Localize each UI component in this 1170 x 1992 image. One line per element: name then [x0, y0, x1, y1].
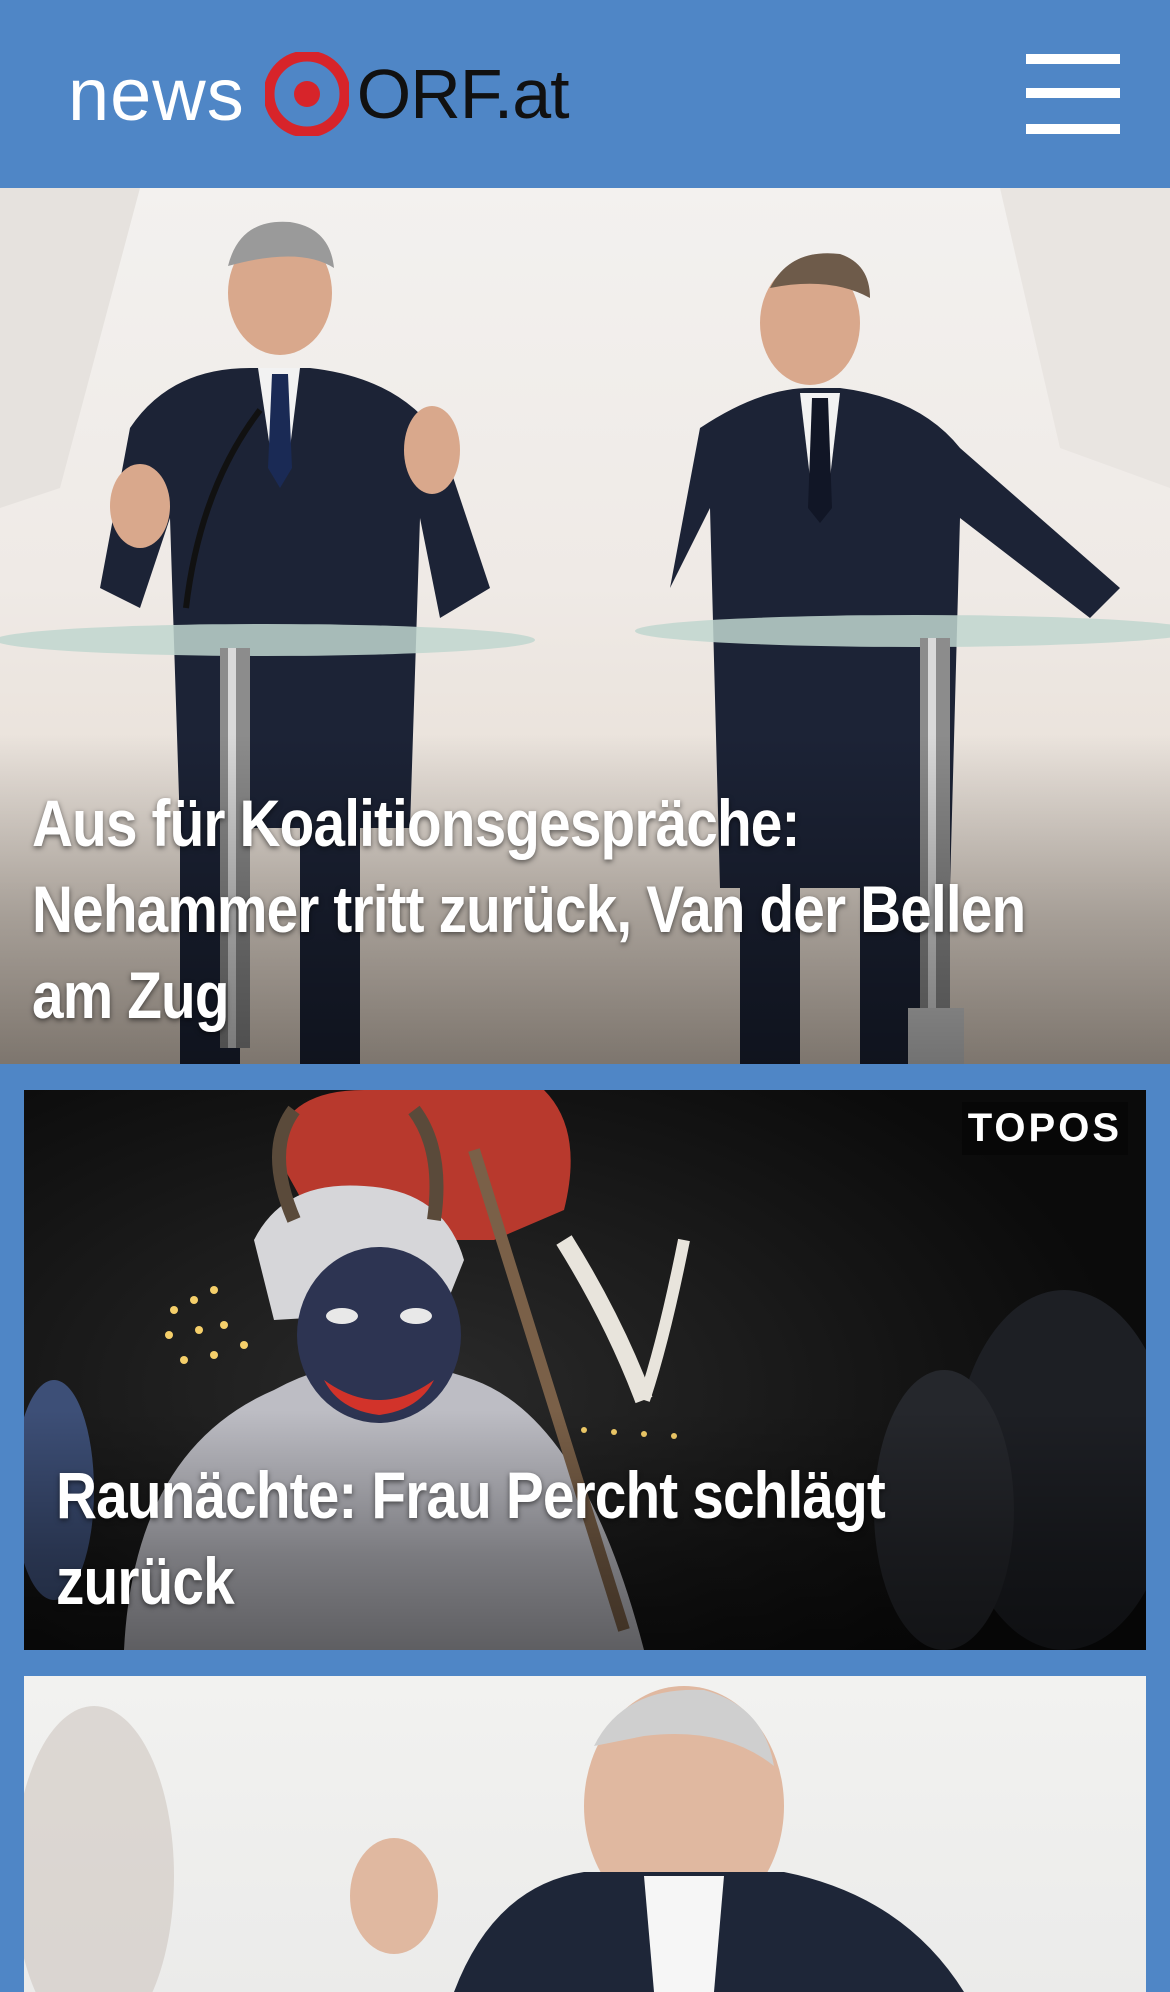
- orf-target-icon: [264, 52, 349, 136]
- logo-orf-text: ORF.at: [356, 55, 570, 133]
- hamburger-menu-icon[interactable]: [1024, 50, 1124, 136]
- article-card[interactable]: TOPOS Raunächte: Frau Percht schlägt zur…: [24, 1090, 1146, 1650]
- politician-photo: [24, 1686, 964, 1992]
- article-headline[interactable]: Raunächte: Frau Percht schlägt zurück: [56, 1452, 1054, 1624]
- site-logo[interactable]: news ORF.at: [68, 48, 570, 140]
- logo-news-text: news: [68, 52, 245, 136]
- category-badge: TOPOS: [961, 1102, 1128, 1155]
- app-header: news ORF.at: [0, 0, 1170, 188]
- article-headline[interactable]: Aus für Koalitionsgespräche: Nehammer tr…: [32, 780, 1064, 1038]
- article-card[interactable]: [24, 1676, 1146, 1992]
- article-card-lead[interactable]: Aus für Koalitionsgespräche: Nehammer tr…: [0, 188, 1170, 1064]
